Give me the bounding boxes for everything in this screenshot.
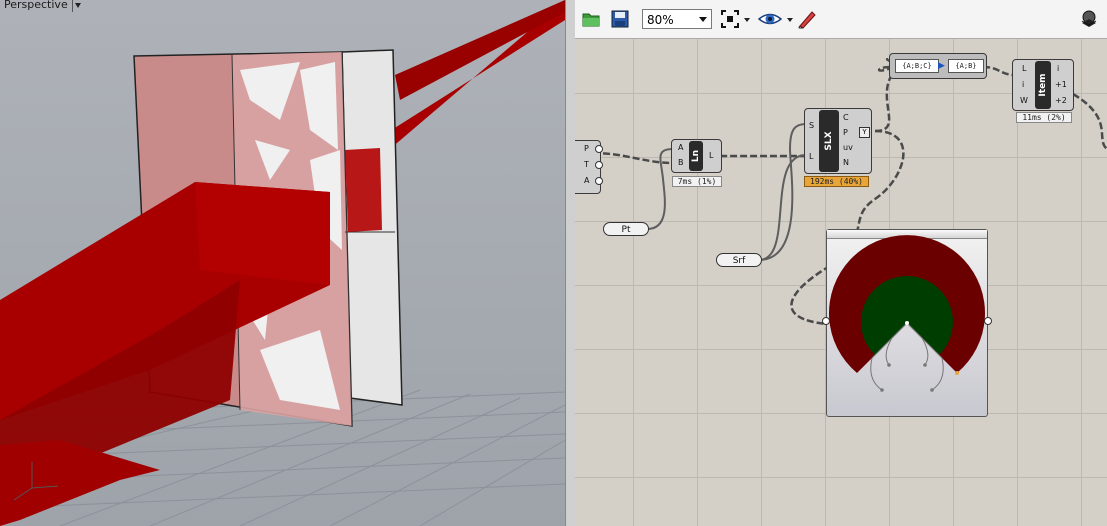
port-label-l: L <box>809 152 814 161</box>
path-mapper-component[interactable]: {A;B;C} ▶ {A;B} <box>889 53 987 79</box>
line-component[interactable]: A B Ln L <box>671 139 722 173</box>
port-label-plus1: +1 <box>1055 80 1067 89</box>
point-parameter[interactable]: Pt <box>603 222 649 236</box>
viewport-scene[interactable] <box>0 0 565 526</box>
port-label-w: W <box>1020 96 1028 105</box>
path-source: {A;B;C} <box>895 59 939 73</box>
zoom-dropdown[interactable]: 80% <box>642 9 712 29</box>
zoom-extents-icon[interactable] <box>720 9 740 29</box>
port-label-s: S <box>809 121 815 130</box>
preview-menu-icon[interactable] <box>787 18 793 22</box>
port-label-i: i <box>1022 80 1025 89</box>
zoom-extents-menu-icon[interactable] <box>744 18 750 22</box>
open-file-icon[interactable] <box>581 9 601 29</box>
port-label-p: P <box>843 128 848 137</box>
port-label-plus2: +2 <box>1055 96 1067 105</box>
output-port[interactable] <box>984 317 992 325</box>
port-label-uv: uv <box>843 143 853 152</box>
port-label-a: A <box>584 176 590 185</box>
port-label-b: B <box>678 158 684 167</box>
grasshopper-canvas[interactable]: P T A A B Ln L 7ms (1%) S L SLX C P uv N… <box>575 39 1107 526</box>
port-label-n: N <box>843 158 849 167</box>
color-wheel-graphic <box>829 235 985 392</box>
rhino-viewport[interactable]: Perspective <box>0 0 565 526</box>
port-label-l: L <box>709 151 714 160</box>
path-target: {A;B} <box>948 59 984 73</box>
output-port[interactable] <box>595 145 603 153</box>
port-label-p: P <box>584 144 589 153</box>
component-nickname: Item <box>1035 61 1051 109</box>
display-mode-icon[interactable] <box>1079 9 1099 29</box>
port-label-a: A <box>678 143 684 152</box>
component-nickname: SLX <box>819 110 839 172</box>
timing-label-slx: 192ms (40%) <box>804 176 869 187</box>
port-label-l: L <box>1022 64 1027 73</box>
save-icon[interactable] <box>610 9 630 29</box>
surface-parameter[interactable]: Srf <box>716 253 762 267</box>
port-label-c: C <box>843 113 849 122</box>
zoom-value: 80% <box>647 13 674 27</box>
grasshopper-toolbar: 80% <box>575 0 1107 39</box>
port-label-i-out: i <box>1057 64 1060 73</box>
color-wheel-widget[interactable] <box>822 229 992 417</box>
timing-label-item: 11ms (2%) <box>1016 112 1072 123</box>
input-port[interactable] <box>822 317 830 325</box>
flatten-icon: Y <box>859 127 870 138</box>
triangle-down-icon <box>75 3 81 8</box>
arrow-right-icon: ▶ <box>938 61 945 71</box>
preview-eye-icon[interactable] <box>758 9 782 29</box>
chevron-down-icon <box>699 17 707 22</box>
viewport-title[interactable]: Perspective <box>4 0 68 11</box>
timing-label-line: 7ms (1%) <box>672 176 722 187</box>
output-port[interactable] <box>595 161 603 169</box>
surface-closest-point-component[interactable]: S L SLX C P uv N Y <box>804 108 872 174</box>
sketch-pen-icon[interactable] <box>797 9 817 29</box>
output-port[interactable] <box>595 177 603 185</box>
component-partial-left[interactable]: P T A <box>575 140 603 194</box>
list-item-component[interactable]: L i W Item i +1 +2 <box>1012 59 1074 111</box>
port-label-t: T <box>584 160 589 169</box>
viewport-menu-button[interactable] <box>72 0 84 12</box>
component-nickname: Ln <box>689 141 703 171</box>
